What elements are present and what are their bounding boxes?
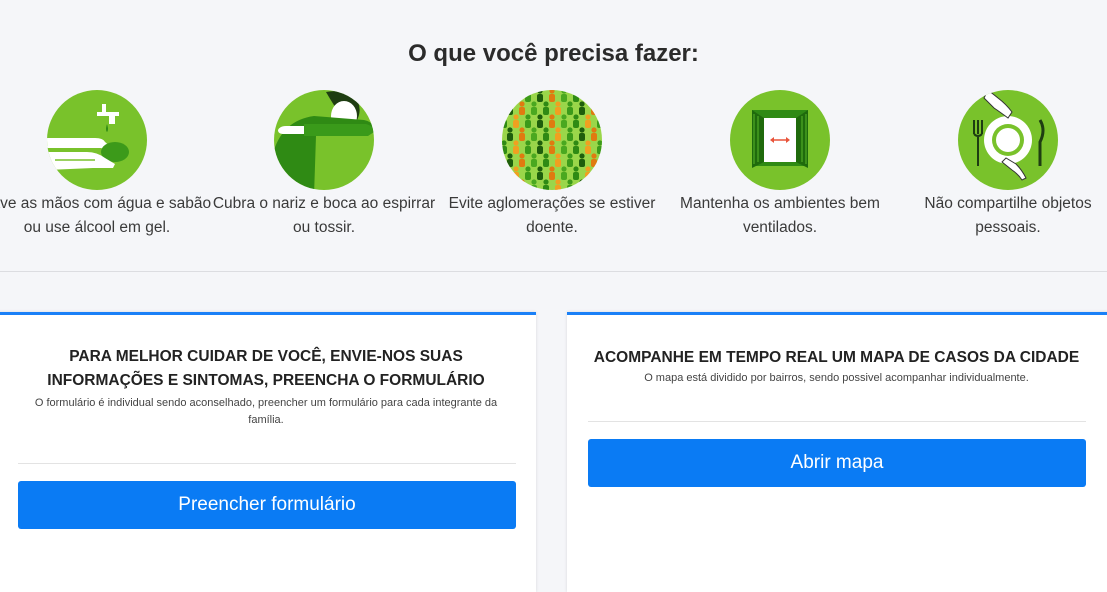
handwashing-icon <box>47 90 147 190</box>
crowd-person <box>555 127 561 141</box>
crowd-person <box>555 179 561 190</box>
crowd-person <box>525 166 531 180</box>
open-window-icon <box>730 90 830 190</box>
crowd-person <box>549 114 555 128</box>
crowd-person <box>513 140 519 154</box>
crowd-person <box>597 114 602 128</box>
form-card-title: PARA MELHOR CUIDAR DE VOCÊ, ENVIE-NOS SU… <box>47 348 485 389</box>
crowd-person <box>549 166 555 180</box>
crowd-person <box>537 114 543 128</box>
tip-ventilation: Mantenha os ambientes bem ventilados. <box>665 90 895 240</box>
crowd-person <box>585 166 591 180</box>
crowd-person <box>507 179 513 190</box>
map-card: ACOMPANHE EM TEMPO REAL UM MAPA DE CASOS… <box>567 312 1107 592</box>
crowd-person <box>549 90 555 102</box>
form-card-divider <box>18 463 516 464</box>
crowd-icon <box>502 90 602 190</box>
crowd-person <box>525 90 531 102</box>
tip-caption: Lave as mãos com água e sabão ou use álc… <box>0 195 212 236</box>
crowd-person <box>591 153 597 167</box>
crowd-person <box>513 166 519 180</box>
section-divider <box>0 271 1107 272</box>
crowd-person <box>597 90 602 102</box>
crowd-person <box>573 166 579 180</box>
crowd-person <box>567 179 573 190</box>
dishes-icon <box>958 90 1058 190</box>
crowd-person <box>502 90 507 102</box>
crowd-person <box>573 90 579 102</box>
crowd-person <box>597 140 602 154</box>
crowd-person <box>519 153 525 167</box>
crowd-person <box>561 114 567 128</box>
tip-cough: Cubra o nariz e boca ao espirrar ou toss… <box>209 90 439 240</box>
crowd-person <box>502 140 507 154</box>
crowd-person <box>513 114 519 128</box>
map-card-divider <box>588 421 1086 422</box>
cough-into-elbow-icon <box>274 90 374 190</box>
crowd-person <box>591 127 597 141</box>
tip-crowd: Evite aglomerações se estiver doente. <box>437 90 667 240</box>
tip-caption: Cubra o nariz e boca ao espirrar ou toss… <box>212 195 436 236</box>
fill-form-button[interactable]: Preencher formulário <box>18 481 516 529</box>
crowd-person <box>543 153 549 167</box>
crowd-person <box>561 140 567 154</box>
crowd-person <box>537 140 543 154</box>
crowd-person <box>573 114 579 128</box>
crowd-person <box>579 127 585 141</box>
tip-caption: Evite aglomerações se estiver doente. <box>448 195 656 236</box>
section-title: O que você precisa fazer: <box>408 40 699 67</box>
crowd-person <box>567 101 573 115</box>
crowd-person <box>579 153 585 167</box>
crowd-person <box>591 179 597 190</box>
crowd-person <box>561 166 567 180</box>
crowd-person <box>573 140 579 154</box>
tip-caption: Não compartilhe objetos pessoais. <box>924 195 1092 236</box>
open-map-button[interactable]: Abrir mapa <box>588 439 1086 487</box>
crowd-person <box>585 140 591 154</box>
crowd-person <box>597 166 602 180</box>
crowd-person <box>543 127 549 141</box>
crowd-person <box>561 90 567 102</box>
crowd-person <box>537 90 543 102</box>
crowd-person <box>519 101 525 115</box>
crowd-person <box>591 101 597 115</box>
crowd-person <box>585 90 591 102</box>
crowd-person <box>525 114 531 128</box>
crowd-person <box>531 179 537 190</box>
tip-dishes: Não compartilhe objetos pessoais. <box>893 90 1107 240</box>
tip-caption: Mantenha os ambientes bem ventilados. <box>680 195 880 236</box>
crowd-person <box>543 179 549 190</box>
tip-handwashing: Lave as mãos com água e sabão ou use álc… <box>0 90 212 240</box>
crowd-person <box>531 153 537 167</box>
crowd-person <box>549 140 555 154</box>
map-card-title: ACOMPANHE EM TEMPO REAL UM MAPA DE CASOS… <box>593 349 1080 366</box>
form-card-description: O formulário é individual sendo aconselh… <box>34 397 498 426</box>
crowd-person <box>525 140 531 154</box>
crowd-person <box>507 127 513 141</box>
crowd-person <box>502 114 507 128</box>
crowd-person <box>543 101 549 115</box>
crowd-person <box>507 153 513 167</box>
crowd-person <box>519 179 525 190</box>
form-card: PARA MELHOR CUIDAR DE VOCÊ, ENVIE-NOS SU… <box>0 312 536 592</box>
crowd-person <box>579 179 585 190</box>
crowd-person <box>555 153 561 167</box>
crowd-person <box>502 166 507 180</box>
crowd-person <box>507 101 513 115</box>
crowd-person <box>537 166 543 180</box>
crowd-person <box>585 114 591 128</box>
crowd-person <box>555 101 561 115</box>
crowd-person <box>519 127 525 141</box>
map-card-description: O mapa está dividido por bairros, sendo … <box>644 372 1029 384</box>
crowd-person <box>567 153 573 167</box>
crowd-person <box>531 101 537 115</box>
crowd-person <box>531 127 537 141</box>
crowd-person <box>513 90 519 102</box>
crowd-person <box>579 101 585 115</box>
crowd-person <box>567 127 573 141</box>
